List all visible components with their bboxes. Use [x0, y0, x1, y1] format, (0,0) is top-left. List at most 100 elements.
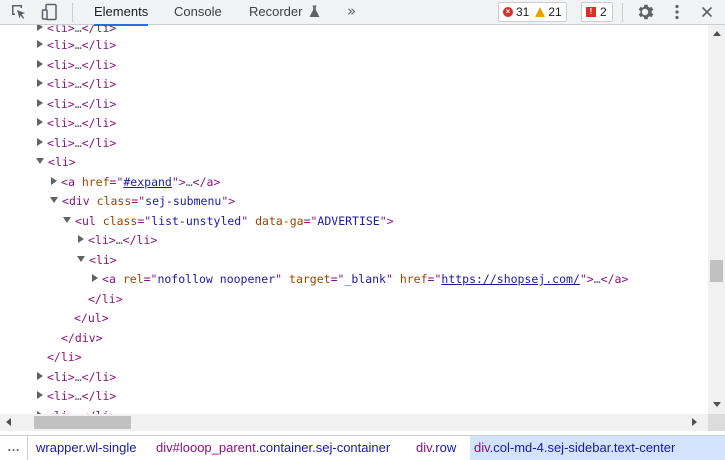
device-toolbar-icon[interactable] — [40, 2, 60, 22]
ellipsis: … — [185, 175, 193, 189]
breadcrumb-tag: div — [156, 440, 173, 455]
tree-row-li-expanded[interactable]: <li> — [77, 251, 117, 270]
tree-row-close-li[interactable]: </li> — [88, 290, 123, 309]
console-counters[interactable]: × 31 21 — [498, 2, 567, 22]
attr-link[interactable]: #expand — [123, 175, 171, 189]
attr-eq: =" — [109, 175, 124, 189]
expanded-triangle-icon[interactable] — [36, 158, 44, 164]
tag-name: li — [53, 77, 68, 91]
horizontal-scroll-thumb[interactable] — [34, 416, 131, 429]
tree-row-li-collapsed[interactable]: <li>…</li> — [37, 36, 116, 55]
tag-name: li — [53, 136, 68, 150]
tag-name: ul — [81, 214, 96, 228]
dom-tree[interactable]: <li>…</li> <li>…</li> <li>…</li> <li>…</… — [0, 25, 708, 414]
toolbar-divider-right — [622, 3, 623, 22]
collapsed-triangle-icon[interactable] — [37, 138, 43, 146]
open-tag: <ul — [75, 214, 96, 228]
more-tabs-button[interactable]: » — [347, 0, 356, 25]
collapsed-triangle-icon[interactable] — [37, 40, 43, 48]
issues-counter[interactable]: ! 2 — [581, 2, 613, 22]
scroll-right-arrow-icon[interactable] — [692, 418, 697, 426]
collapsed-triangle-icon[interactable] — [37, 372, 43, 380]
tag-name: li — [136, 233, 151, 247]
tab-elements[interactable]: Elements — [94, 0, 149, 26]
collapsed-triangle-icon[interactable] — [37, 391, 43, 399]
close-tag: </div> — [61, 331, 103, 345]
tree-row-ul-list[interactable]: <ul class="list-unstyled" data-ga="ADVER… — [63, 212, 394, 231]
open-tag: <li> — [47, 25, 75, 35]
expanded-triangle-icon[interactable] — [77, 256, 85, 262]
inspect-element-icon[interactable] — [9, 2, 29, 22]
tree-row-li-collapsed[interactable]: <li>…</li> — [37, 134, 116, 153]
tree-row-a-shop[interactable]: <a rel="nofollow noopener" target="_blan… — [92, 270, 628, 289]
breadcrumb-item[interactable]: wrapper.wl-single — [36, 436, 136, 460]
scroll-down-arrow-icon[interactable] — [713, 402, 721, 407]
tree-row-a-expand[interactable]: <a href="#expand">…</a> — [51, 173, 220, 192]
attr-eq: =" — [137, 214, 152, 228]
attr-value: list-unstyled — [151, 214, 242, 228]
tag-name: a — [67, 175, 75, 189]
tree-row-li-collapsed[interactable]: <li>…</li> — [37, 387, 116, 406]
tree-row-li-collapsed[interactable]: <li>…</li> — [37, 407, 116, 414]
attr-link[interactable]: https://shopsej.com/ — [441, 272, 579, 286]
tree-row-li-collapsed[interactable]: <li>…</li> — [37, 95, 116, 114]
tab-recorder[interactable]: Recorder — [249, 0, 320, 25]
tag-name: div — [68, 194, 90, 208]
tab-console-label: Console — [174, 4, 222, 19]
collapsed-triangle-icon[interactable] — [37, 79, 43, 87]
collapsed-triangle-icon[interactable] — [37, 60, 43, 68]
tag-name: a — [206, 175, 214, 189]
issue-flag-icon: ! — [586, 7, 596, 17]
collapsed-triangle-icon[interactable] — [37, 99, 43, 107]
expanded-triangle-icon[interactable] — [50, 197, 58, 203]
close-tag: </a> — [600, 272, 629, 286]
breadcrumb-item-selected[interactable]: div.col-md-4.sej-sidebar.text-center — [470, 436, 725, 460]
breadcrumb-class: .container.sej-container — [255, 440, 391, 455]
close-tag: </li> — [81, 389, 117, 403]
attr-value: ADVERTISE — [317, 214, 380, 228]
attr-end: "> — [171, 175, 186, 189]
attr-name: href — [399, 272, 428, 286]
collapsed-triangle-icon[interactable] — [92, 274, 98, 282]
tag-name: li — [53, 58, 68, 72]
tab-console[interactable]: Console — [174, 0, 222, 25]
scroll-left-arrow-icon[interactable] — [6, 418, 11, 426]
breadcrumb-item[interactable]: div#looop_parent.container.sej-container — [156, 436, 390, 460]
close-icon[interactable] — [697, 2, 717, 22]
tag-name: li — [95, 389, 110, 403]
tree-row-li-collapsed[interactable]: <li>…</li> — [37, 75, 116, 94]
close-tag: </li> — [81, 136, 117, 150]
tree-row-close-ul[interactable]: </ul> — [74, 309, 109, 328]
collapsed-triangle-icon[interactable] — [78, 235, 84, 243]
collapsed-triangle-icon[interactable] — [51, 177, 57, 185]
scrollbar-corner — [708, 414, 725, 431]
tree-row-close-div[interactable]: </div> — [61, 329, 103, 348]
tree-row-li-collapsed[interactable]: <li>…</li> — [37, 56, 116, 75]
tree-row-div-submenu[interactable]: <div class="sej-submenu"> — [50, 192, 235, 211]
tree-row-li-collapsed[interactable]: <li>…</li> — [37, 368, 116, 387]
scroll-up-arrow-icon[interactable] — [713, 31, 721, 36]
expanded-triangle-icon[interactable] — [63, 217, 71, 223]
collapsed-triangle-icon[interactable] — [37, 118, 43, 126]
tree-row-li-expanded[interactable]: <li> — [36, 153, 76, 172]
open-tag: <div — [62, 194, 90, 208]
tag-name: a — [614, 272, 622, 286]
breadcrumb-overflow-button[interactable]: … — [0, 436, 28, 460]
more-options-icon[interactable] — [667, 2, 687, 22]
tree-row-li-collapsed[interactable]: <li>…</li> — [37, 114, 116, 133]
attr-name: href — [81, 175, 110, 189]
attr-sep: " — [241, 214, 256, 228]
open-tag: <li> — [47, 77, 75, 91]
tag-name: ul — [87, 311, 102, 325]
gear-icon[interactable] — [635, 2, 655, 22]
collapsed-triangle-icon[interactable] — [37, 25, 43, 31]
tag-name: div — [74, 331, 96, 345]
breadcrumb-item[interactable]: div.row — [416, 436, 456, 460]
vertical-scroll-thumb[interactable] — [710, 260, 723, 282]
attr-end: "> — [379, 214, 394, 228]
tree-row-li-collapsed[interactable]: <li>…</li> — [78, 231, 157, 250]
vertical-scrollbar[interactable] — [708, 25, 725, 414]
tree-row-close-li[interactable]: </li> — [47, 348, 82, 367]
horizontal-scrollbar[interactable] — [0, 414, 708, 431]
tag-name: li — [94, 233, 109, 247]
